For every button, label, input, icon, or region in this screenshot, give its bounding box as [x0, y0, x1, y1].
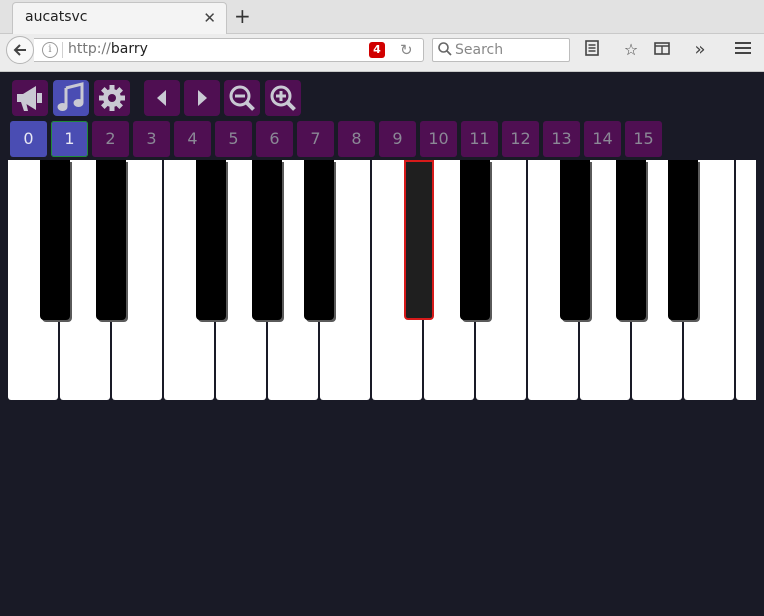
info-icon[interactable]: i [42, 42, 58, 58]
channel-button-13[interactable]: 13 [543, 121, 580, 157]
menu-hamburger-icon[interactable] [733, 40, 753, 60]
close-tab-icon[interactable]: ✕ [203, 9, 216, 27]
black-key[interactable] [252, 160, 282, 320]
piano-keyboard [8, 160, 756, 400]
channel-button-15[interactable]: 15 [625, 121, 662, 157]
app-area: 0 1 2 3 4 5 6 7 8 9 10 11 12 13 14 15 [0, 72, 764, 616]
tab-strip: aucatsvc ✕ + [0, 0, 764, 34]
search-box[interactable] [432, 38, 570, 62]
overflow-chevron-icon[interactable]: » [690, 40, 710, 60]
url-host: barry [110, 41, 148, 57]
url-text[interactable]: http://barry [68, 41, 148, 57]
black-key[interactable] [616, 160, 646, 320]
music-button[interactable] [53, 80, 89, 116]
channel-button-1[interactable]: 1 [51, 121, 88, 157]
channel-button-4[interactable]: 4 [174, 121, 211, 157]
new-tab-icon[interactable]: + [234, 4, 251, 28]
channel-button-2[interactable]: 2 [92, 121, 129, 157]
tab-title: aucatsvc [25, 9, 88, 25]
browser-chrome: aucatsvc ✕ + i http://barry 4 ↻ ☆ » [0, 0, 764, 72]
announce-button[interactable] [12, 80, 48, 116]
back-button[interactable] [6, 36, 34, 64]
black-key[interactable] [668, 160, 698, 320]
url-protocol: http:// [68, 41, 111, 57]
browser-tab[interactable]: aucatsvc ✕ [12, 2, 227, 34]
black-key[interactable] [96, 160, 126, 320]
reload-icon[interactable]: ↻ [400, 41, 413, 59]
settings-button[interactable] [94, 80, 130, 116]
zoom-out-button[interactable] [224, 80, 260, 116]
back-arrow-icon [13, 44, 26, 56]
zoom-in-button[interactable] [265, 80, 301, 116]
channel-button-3[interactable]: 3 [133, 121, 170, 157]
channel-button-5[interactable]: 5 [215, 121, 252, 157]
nav-bar: i http://barry 4 ↻ ☆ » [0, 34, 764, 70]
channel-button-0[interactable]: 0 [10, 121, 47, 157]
url-bar[interactable]: i http://barry 4 ↻ [34, 38, 424, 62]
white-key[interactable] [736, 160, 756, 400]
black-key[interactable] [40, 160, 70, 320]
previous-button[interactable] [144, 80, 180, 116]
reader-icon[interactable] [582, 40, 602, 60]
music-note-icon [57, 82, 84, 111]
black-key-highlighted[interactable] [404, 160, 434, 320]
channel-button-10[interactable]: 10 [420, 121, 457, 157]
gear-icon [99, 85, 125, 111]
bookmark-star-icon[interactable]: ☆ [621, 40, 641, 60]
megaphone-icon [17, 86, 42, 111]
black-key[interactable] [460, 160, 490, 320]
black-key[interactable] [196, 160, 226, 320]
channel-button-14[interactable]: 14 [584, 121, 621, 157]
channel-button-11[interactable]: 11 [461, 121, 498, 157]
channel-button-8[interactable]: 8 [338, 121, 375, 157]
channel-button-6[interactable]: 6 [256, 121, 293, 157]
black-key[interactable] [304, 160, 334, 320]
search-icon [438, 42, 452, 56]
reading-list-icon[interactable] [652, 40, 672, 60]
zoom-in-icon [270, 85, 296, 111]
next-button[interactable] [184, 80, 220, 116]
triangle-right-icon [198, 90, 207, 106]
notification-badge[interactable]: 4 [369, 42, 385, 58]
black-key[interactable] [560, 160, 590, 320]
channel-button-9[interactable]: 9 [379, 121, 416, 157]
triangle-left-icon [157, 90, 166, 106]
channel-button-7[interactable]: 7 [297, 121, 334, 157]
zoom-out-icon [229, 85, 255, 111]
url-separator [62, 42, 63, 58]
channel-button-12[interactable]: 12 [502, 121, 539, 157]
search-input[interactable] [455, 41, 565, 59]
